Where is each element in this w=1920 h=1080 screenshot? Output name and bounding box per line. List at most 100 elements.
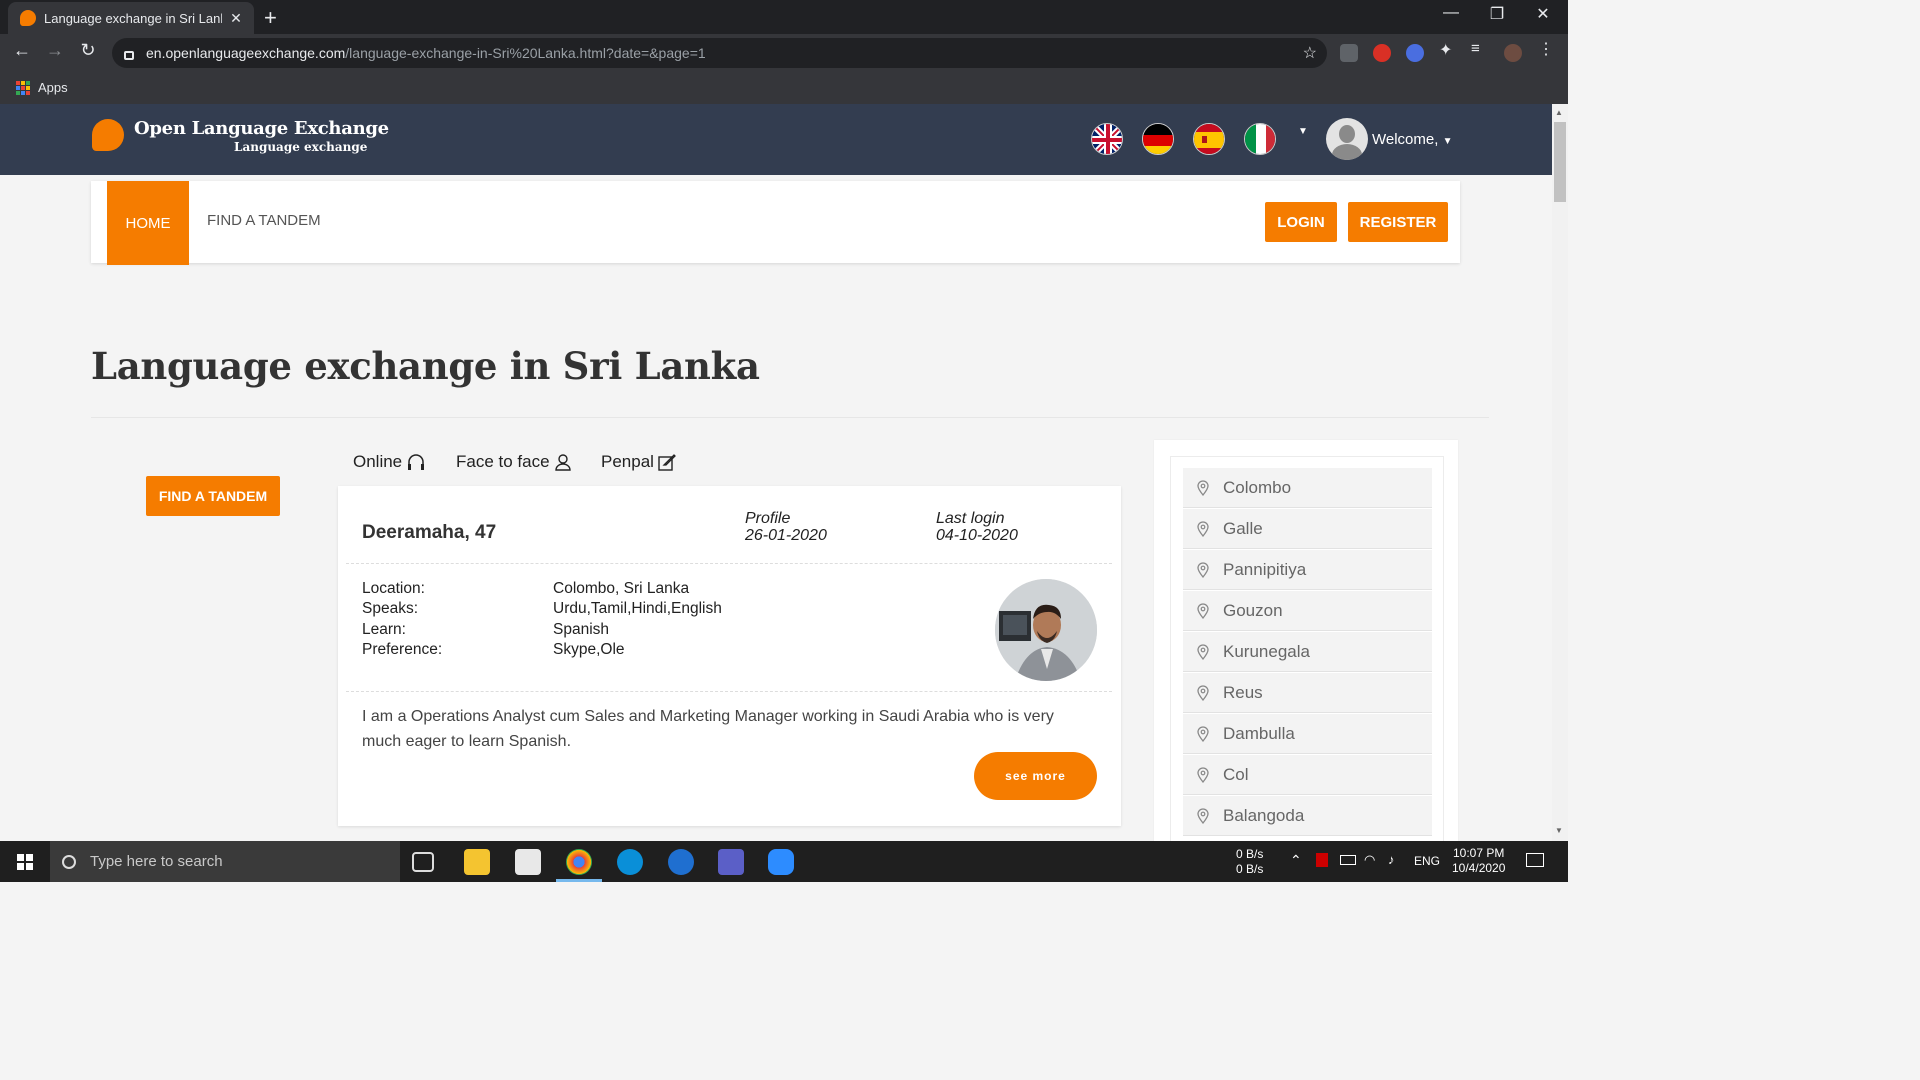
extension-dots-icon[interactable]: [1340, 44, 1358, 62]
forward-icon[interactable]: →: [42, 40, 68, 61]
profile-avatar-icon[interactable]: [1504, 44, 1522, 62]
see-more-button[interactable]: see more: [974, 752, 1097, 800]
address-bar[interactable]: en.openlanguageexchange.com/language-exc…: [112, 38, 1327, 68]
user-avatar[interactable]: [1326, 118, 1368, 160]
url-path: /language-exchange-in-Sri%20Lanka.html?d…: [345, 45, 706, 61]
puzzle-icon[interactable]: ✦: [1439, 40, 1457, 59]
language-dropdown-icon[interactable]: ▼: [1298, 126, 1308, 137]
city-item[interactable]: Pannipitiya: [1183, 550, 1432, 590]
page-title: Language exchange in Sri Lanka: [91, 344, 760, 388]
filter-penpal[interactable]: Penpal: [601, 452, 676, 472]
window-close-icon[interactable]: ✕: [1520, 4, 1566, 24]
title-divider: [91, 417, 1489, 418]
city-label: Dambulla: [1223, 723, 1295, 743]
location-pin-icon: [1197, 684, 1209, 701]
scroll-up-icon[interactable]: ▲: [1555, 108, 1563, 117]
preference-label: Preference:: [362, 641, 443, 658]
last-login-date: 04-10-2020: [936, 527, 1018, 544]
chrome-icon[interactable]: [566, 849, 592, 875]
windows-taskbar: Type here to search 0 B/s 0 B/s ⌃ ◠ ♪ EN…: [0, 841, 1568, 882]
welcome-menu[interactable]: Welcome, ▼: [1372, 131, 1453, 148]
tab-close-icon[interactable]: ✕: [228, 10, 244, 27]
login-button[interactable]: LOGIN: [1265, 202, 1337, 242]
filter-penpal-label: Penpal: [601, 452, 654, 471]
minimize-icon[interactable]: —: [1428, 4, 1474, 22]
back-icon[interactable]: ←: [9, 40, 35, 61]
apps-grid-icon: [16, 80, 30, 95]
profile-created: Profile 26-01-2020: [745, 510, 827, 544]
zoom-icon[interactable]: [768, 849, 794, 875]
tray-chevron-icon[interactable]: ⌃: [1290, 853, 1302, 868]
restore-icon[interactable]: ❐: [1474, 4, 1520, 24]
bookmark-star-icon[interactable]: ☆: [1303, 43, 1317, 63]
lock-icon: [124, 50, 134, 60]
profile-description: I am a Operations Analyst cum Sales and …: [362, 708, 1054, 750]
nav-home[interactable]: HOME: [107, 181, 189, 265]
clock[interactable]: 10:07 PM 10/4/2020: [1452, 846, 1505, 876]
clock-time: 10:07 PM: [1453, 846, 1505, 860]
battery-icon[interactable]: [1340, 855, 1356, 865]
register-button[interactable]: REGISTER: [1348, 202, 1448, 242]
uk-flag-icon[interactable]: [1091, 123, 1123, 155]
location-pin-icon: [1197, 807, 1209, 824]
city-item[interactable]: Galle: [1183, 509, 1432, 549]
windows-start-icon[interactable]: [17, 854, 33, 870]
city-label: Colombo: [1223, 477, 1292, 497]
city-item[interactable]: Reus: [1183, 673, 1432, 713]
location-label: Location:: [362, 580, 425, 597]
wifi-icon[interactable]: ◠: [1364, 852, 1375, 867]
input-language[interactable]: ENG: [1414, 854, 1440, 869]
taskbar-search[interactable]: Type here to search: [50, 841, 400, 882]
browser-tab-bar: Language exchange in Sri Lanka ✕ + — ❐ ✕: [0, 0, 1568, 34]
extension-blue-icon[interactable]: [1406, 44, 1424, 62]
city-item[interactable]: Gouzon: [1183, 591, 1432, 631]
tray-app-icon[interactable]: [1316, 853, 1328, 867]
profile-photo[interactable]: [995, 579, 1097, 681]
edit-icon: [658, 454, 676, 471]
profile-name[interactable]: Deeramaha, 47: [362, 522, 496, 544]
active-app-indicator: [556, 879, 602, 882]
location-pin-icon: [1197, 766, 1209, 783]
filter-face-to-face[interactable]: Face to face: [456, 452, 572, 472]
city-item[interactable]: Kurunegala: [1183, 632, 1432, 672]
scrollbar-thumb[interactable]: [1554, 122, 1566, 202]
browser-menu-icon[interactable]: ⋮: [1538, 39, 1556, 58]
spain-flag-icon[interactable]: [1193, 123, 1225, 155]
browser-tab[interactable]: Language exchange in Sri Lanka ✕: [8, 2, 254, 34]
city-item[interactable]: Colombo: [1183, 468, 1432, 508]
location-pin-icon: [1197, 479, 1209, 496]
city-item[interactable]: Col: [1183, 755, 1432, 795]
chevron-down-icon: ▼: [1442, 136, 1453, 147]
notification-icon[interactable]: [1526, 853, 1544, 867]
germany-flag-icon[interactable]: [1142, 123, 1174, 155]
welcome-label: Welcome,: [1372, 131, 1439, 148]
new-tab-icon[interactable]: +: [264, 5, 277, 31]
store-icon[interactable]: [515, 849, 541, 875]
edge-icon[interactable]: [668, 849, 694, 875]
reload-icon[interactable]: ↻: [75, 40, 101, 61]
find-tandem-button[interactable]: FIND A TANDEM: [146, 476, 280, 516]
extension-red-icon[interactable]: [1373, 44, 1391, 62]
page-scrollbar[interactable]: ▲ ▼: [1552, 104, 1568, 841]
divider: [346, 691, 1112, 692]
city-item[interactable]: Dambulla: [1183, 714, 1432, 754]
site-logo[interactable]: Open Language Exchange Language exchange: [134, 118, 389, 154]
profile-label: Profile: [745, 510, 791, 527]
apps-bookmark[interactable]: Apps: [16, 80, 68, 95]
net-up: 0 B/s: [1236, 847, 1264, 861]
logo-icon[interactable]: [92, 119, 124, 151]
city-list: Colombo Galle Pannipitiya Gouzon Kuruneg…: [1170, 456, 1444, 856]
media-queue-icon[interactable]: ≡: [1471, 40, 1489, 58]
filter-face-label: Face to face: [456, 452, 550, 471]
volume-icon[interactable]: ♪: [1388, 852, 1395, 867]
skype-icon[interactable]: [617, 849, 643, 875]
city-item[interactable]: Balangoda: [1183, 796, 1432, 836]
bookmarks-bar: Apps: [0, 72, 1568, 104]
nav-find-tandem[interactable]: FIND A TANDEM: [207, 212, 321, 229]
scroll-down-icon[interactable]: ▼: [1555, 826, 1563, 835]
teams-icon[interactable]: [718, 849, 744, 875]
italy-flag-icon[interactable]: [1244, 123, 1276, 155]
filter-online[interactable]: Online: [353, 452, 426, 472]
file-explorer-icon[interactable]: [464, 849, 490, 875]
task-view-icon[interactable]: [412, 852, 434, 872]
